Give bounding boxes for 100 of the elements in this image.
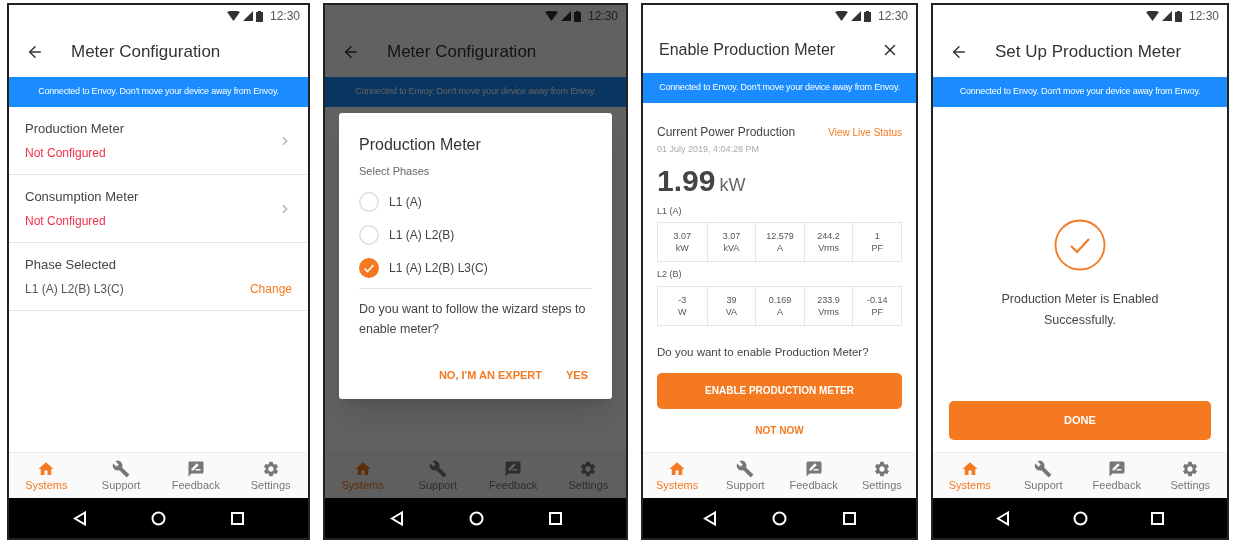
- tab[interactable]: Systems: [645, 459, 710, 492]
- wrench-icon: [736, 459, 755, 478]
- feedback-icon: [804, 459, 823, 478]
- settings-icon: [1181, 459, 1200, 478]
- dialog-button[interactable]: NO, I'M AN EXPERT: [438, 366, 542, 383]
- recents-nav-icon[interactable]: [1150, 511, 1164, 525]
- radio-button[interactable]: [359, 257, 379, 278]
- meter-row[interactable]: Production Meter Not Configured: [9, 107, 308, 175]
- option-label: L1 (A): [389, 193, 422, 211]
- power-value: 1.99: [657, 162, 716, 199]
- screen-title: Meter Configuration: [71, 41, 221, 64]
- home-nav-icon[interactable]: [772, 510, 788, 526]
- tab[interactable]: Feedback: [781, 459, 846, 492]
- connection-banner: Connected to Envoy. Don't move your device away from Envoy.: [9, 77, 308, 107]
- feedback-icon: [504, 459, 523, 478]
- tab[interactable]: Support: [1011, 459, 1076, 492]
- meter-row[interactable]: Consumption Meter Not Configured: [9, 175, 308, 243]
- meter-status: Not Configured: [25, 144, 107, 162]
- option-label: L1 (A) L2(B): [389, 226, 455, 244]
- phase-label: L2 (B): [657, 268, 683, 281]
- dialog-subtitle: Select Phases: [359, 164, 431, 179]
- status-time: 12:30: [269, 8, 300, 25]
- cell-unit: VA: [725, 305, 738, 318]
- cell-unit: A: [777, 242, 783, 254]
- wrench-icon: [1034, 459, 1053, 478]
- back-nav-icon[interactable]: [702, 510, 717, 526]
- cell-value: 3.07: [722, 230, 741, 242]
- tab[interactable]: Feedback: [1084, 459, 1149, 492]
- feedback-icon: [186, 459, 205, 478]
- back-nav-icon[interactable]: [996, 510, 1011, 526]
- wifi-icon: [226, 11, 240, 21]
- recents-nav-icon[interactable]: [230, 511, 244, 525]
- cell-unit: Vrms: [818, 242, 839, 254]
- feedback-icon: [1107, 459, 1126, 478]
- cell-value: 244.2: [817, 230, 840, 242]
- timestamp: 01 July 2019, 4:04:28 PM: [657, 143, 761, 156]
- tab[interactable]: Settings: [849, 459, 914, 492]
- radio-button[interactable]: [359, 191, 379, 212]
- tab[interactable]: Settings: [1158, 459, 1223, 492]
- cell-unit: Vrms: [818, 305, 839, 318]
- home-nav-icon[interactable]: [468, 510, 484, 526]
- tab[interactable]: Systems: [937, 459, 1002, 492]
- status-time: 12:30: [877, 8, 908, 25]
- meter-status: Not Configured: [25, 212, 107, 230]
- cell-unit: PF: [871, 305, 883, 318]
- recents-nav-icon[interactable]: [548, 511, 562, 525]
- not-now-button[interactable]: NOT NOW: [755, 422, 804, 438]
- live-status-link[interactable]: View Live Status: [828, 124, 902, 140]
- dialog-button[interactable]: YES: [566, 366, 588, 383]
- power-unit: kW: [719, 173, 746, 197]
- tab[interactable]: Settings: [238, 459, 303, 492]
- screen-title: Enable Production Meter: [659, 40, 836, 60]
- cell-value: -3: [678, 293, 687, 306]
- wifi-icon: [834, 11, 848, 21]
- wrench-icon: [112, 459, 131, 478]
- connection-banner: Connected to Envoy. Don't move your device away from Envoy.: [325, 77, 626, 107]
- option-label: L1 (A) L2(B) L3(C): [389, 259, 488, 277]
- cell-unit: kVA: [723, 242, 740, 254]
- section-title: Current Power Production: [657, 124, 796, 141]
- change-link[interactable]: Change: [249, 279, 292, 298]
- tab[interactable]: Support: [713, 459, 778, 492]
- cell-value: 0.169: [768, 293, 792, 306]
- status-time: 12:30: [1188, 8, 1219, 25]
- success-check-icon: [1054, 219, 1106, 271]
- battery-icon: [1174, 10, 1182, 22]
- done-button[interactable]: DONE: [949, 401, 1211, 440]
- connection-banner: Connected to Envoy. Don't move your device away from Envoy.: [933, 77, 1227, 107]
- battery-icon: [573, 10, 581, 22]
- cell-unit: PF: [871, 242, 883, 254]
- settings-icon: [261, 459, 280, 478]
- cell-value: 3.07: [673, 230, 692, 242]
- back-nav-icon[interactable]: [389, 510, 404, 526]
- battery-icon: [863, 10, 871, 22]
- meter-title: Production Meter: [25, 120, 124, 139]
- settings-icon: [872, 459, 891, 478]
- wifi-icon: [544, 11, 558, 21]
- status-time: 12:30: [587, 8, 618, 25]
- home-nav-icon[interactable]: [151, 510, 167, 526]
- cell-value: 12.579: [766, 230, 794, 242]
- back-nav-icon[interactable]: [73, 510, 88, 526]
- cell-value: 39: [726, 293, 737, 306]
- tab[interactable]: Feedback: [163, 459, 228, 492]
- cell-unit: W: [678, 305, 687, 318]
- recents-nav-icon[interactable]: [843, 511, 857, 525]
- enable-button[interactable]: ENABLE PRODUCTION METER: [657, 372, 902, 409]
- success-message: Production Meter is Enabled Successfully.: [1000, 291, 1160, 329]
- tab[interactable]: Support: [89, 459, 154, 492]
- tab[interactable]: Systems: [14, 459, 79, 492]
- cell-unit: A: [777, 305, 783, 318]
- wifi-icon: [1145, 11, 1159, 21]
- phase-label: L1 (A): [657, 204, 683, 218]
- radio-button[interactable]: [359, 224, 379, 245]
- tab[interactable]: Systems: [330, 459, 395, 492]
- cell-unit: kW: [675, 242, 689, 254]
- home-nav-icon[interactable]: [1073, 510, 1088, 526]
- phase-value: L1 (A) L2(B) L3(C): [25, 280, 124, 298]
- signal-icon: [560, 11, 571, 21]
- connection-banner: Connected to Envoy. Don't move your device away from Envoy.: [643, 73, 916, 103]
- meter-title: Consumption Meter: [25, 188, 139, 207]
- settings-icon: [579, 459, 598, 478]
